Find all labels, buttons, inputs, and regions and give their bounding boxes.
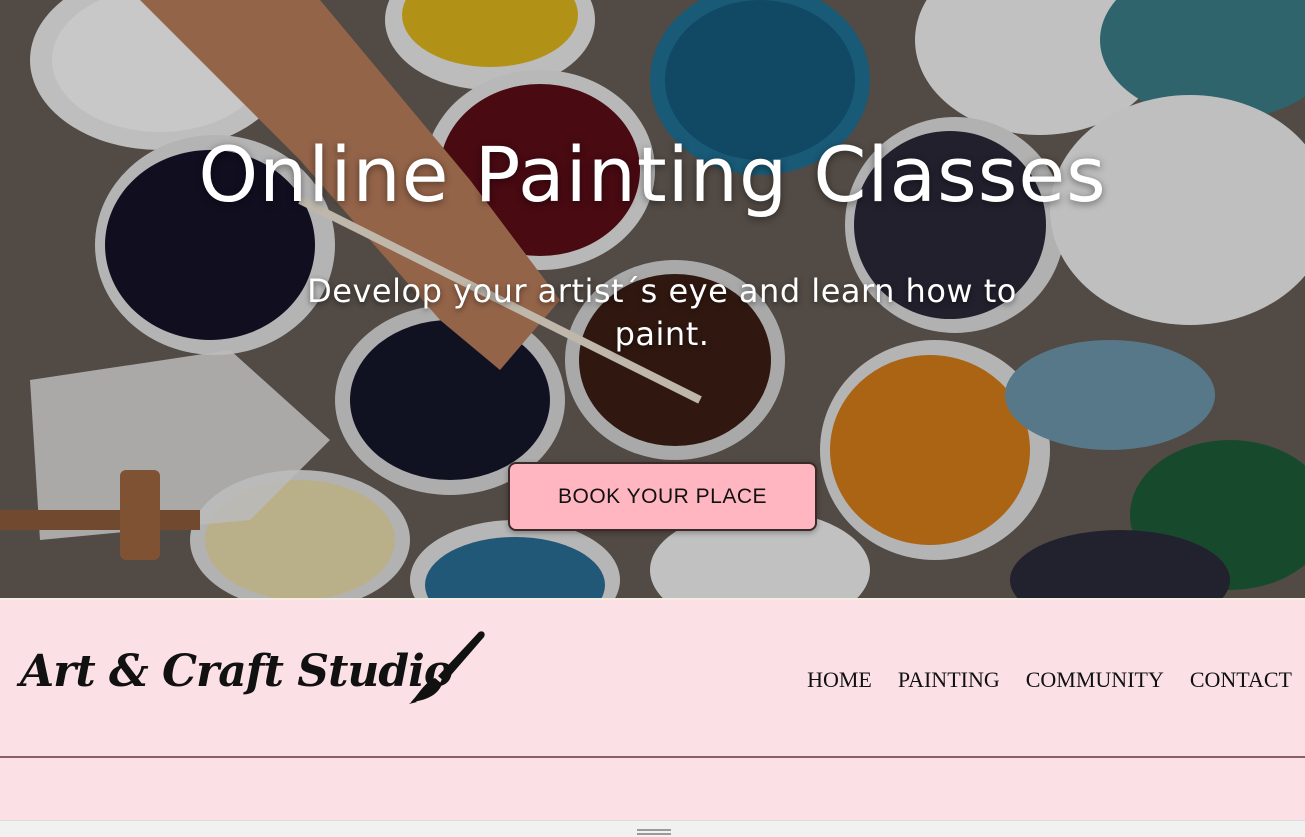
nav-community[interactable]: COMMUNITY bbox=[1026, 667, 1164, 693]
hero-subtitle: Develop your artist´s eye and learn how … bbox=[307, 272, 1017, 353]
nav-contact[interactable]: CONTACT bbox=[1190, 667, 1292, 693]
resize-handle-icon[interactable] bbox=[637, 829, 671, 835]
bottom-bar bbox=[0, 820, 1305, 837]
nav-home[interactable]: HOME bbox=[807, 667, 872, 693]
book-your-place-button[interactable]: BOOK YOUR PLACE bbox=[508, 462, 817, 531]
nav-painting[interactable]: PAINTING bbox=[898, 667, 1000, 693]
content-strip bbox=[0, 758, 1305, 820]
logo-text[interactable]: Art & Craft Studio bbox=[20, 646, 453, 697]
paintbrush-icon bbox=[409, 631, 485, 704]
hero-title: Online Painting Classes bbox=[198, 130, 1107, 219]
main-nav: HOME PAINTING COMMUNITY CONTACT bbox=[807, 667, 1292, 693]
hero-section: Online Painting Classes Develop your art… bbox=[0, 0, 1305, 598]
site-header: Art & Craft Studio HOME PAINTING COMMUNI… bbox=[0, 598, 1305, 758]
